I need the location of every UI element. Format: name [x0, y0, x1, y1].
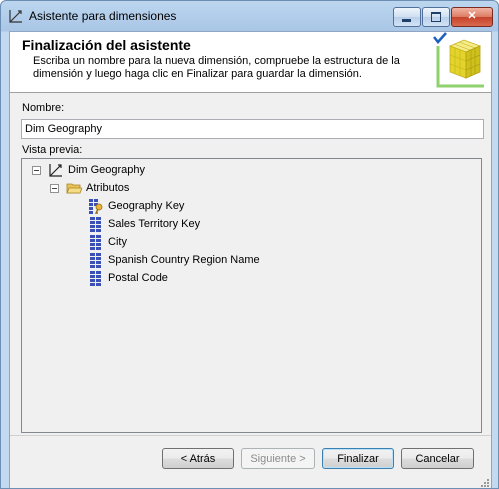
name-label: Nombre: [22, 102, 65, 114]
title-bar[interactable]: Asistente para dimensiones ✕ [1, 1, 498, 31]
cube-check-icon [433, 32, 484, 88]
dimension-icon [9, 10, 22, 23]
tree-label-folder: Atributos [86, 182, 130, 194]
attribute-icon [90, 253, 101, 268]
maximize-button[interactable] [422, 7, 450, 27]
maximize-icon [431, 12, 441, 22]
collapse-icon[interactable] [50, 184, 59, 193]
wizard-header: Finalización del asistente Escriba un no… [10, 32, 491, 93]
window-title: Asistente para dimensiones [29, 9, 177, 23]
preview-label: Vista previa: [22, 144, 83, 156]
next-button[interactable]: Siguiente > [241, 448, 315, 469]
tree-label-attribute: Spanish Country Region Name [108, 254, 260, 266]
cancel-button[interactable]: Cancelar [401, 448, 474, 469]
footer-divider [10, 435, 491, 436]
key-attribute-icon [89, 199, 103, 214]
wizard-window: Asistente para dimensiones ✕ Finalizació… [0, 0, 499, 489]
collapse-icon[interactable] [32, 166, 41, 175]
minimize-button[interactable] [393, 7, 421, 27]
tree-label-dimension: Dim Geography [68, 164, 146, 176]
wizard-client-area: Finalización del asistente Escriba un no… [9, 31, 492, 488]
preview-tree[interactable]: Dim Geography Atributos Geography Key Sa… [21, 158, 482, 433]
close-icon: ✕ [467, 10, 477, 22]
close-button[interactable]: ✕ [451, 7, 493, 27]
tree-label-attribute: City [108, 236, 127, 248]
attribute-icon [90, 271, 101, 286]
tree-label-attribute: Geography Key [108, 200, 185, 212]
page-description: Escriba un nombre para la nueva dimensió… [33, 55, 400, 80]
page-title: Finalización del asistente [22, 37, 191, 53]
minimize-icon [402, 19, 411, 22]
back-button[interactable]: < Atrás [162, 448, 234, 469]
attribute-icon [90, 235, 101, 250]
folder-open-icon [66, 183, 82, 194]
attribute-icon [90, 217, 101, 232]
finish-button[interactable]: Finalizar [322, 448, 394, 469]
tree-label-attribute: Postal Code [108, 272, 168, 284]
dimension-icon [49, 164, 62, 177]
resize-grip-icon[interactable] [479, 477, 489, 487]
name-input[interactable] [21, 119, 484, 139]
tree-label-attribute: Sales Territory Key [108, 218, 201, 230]
